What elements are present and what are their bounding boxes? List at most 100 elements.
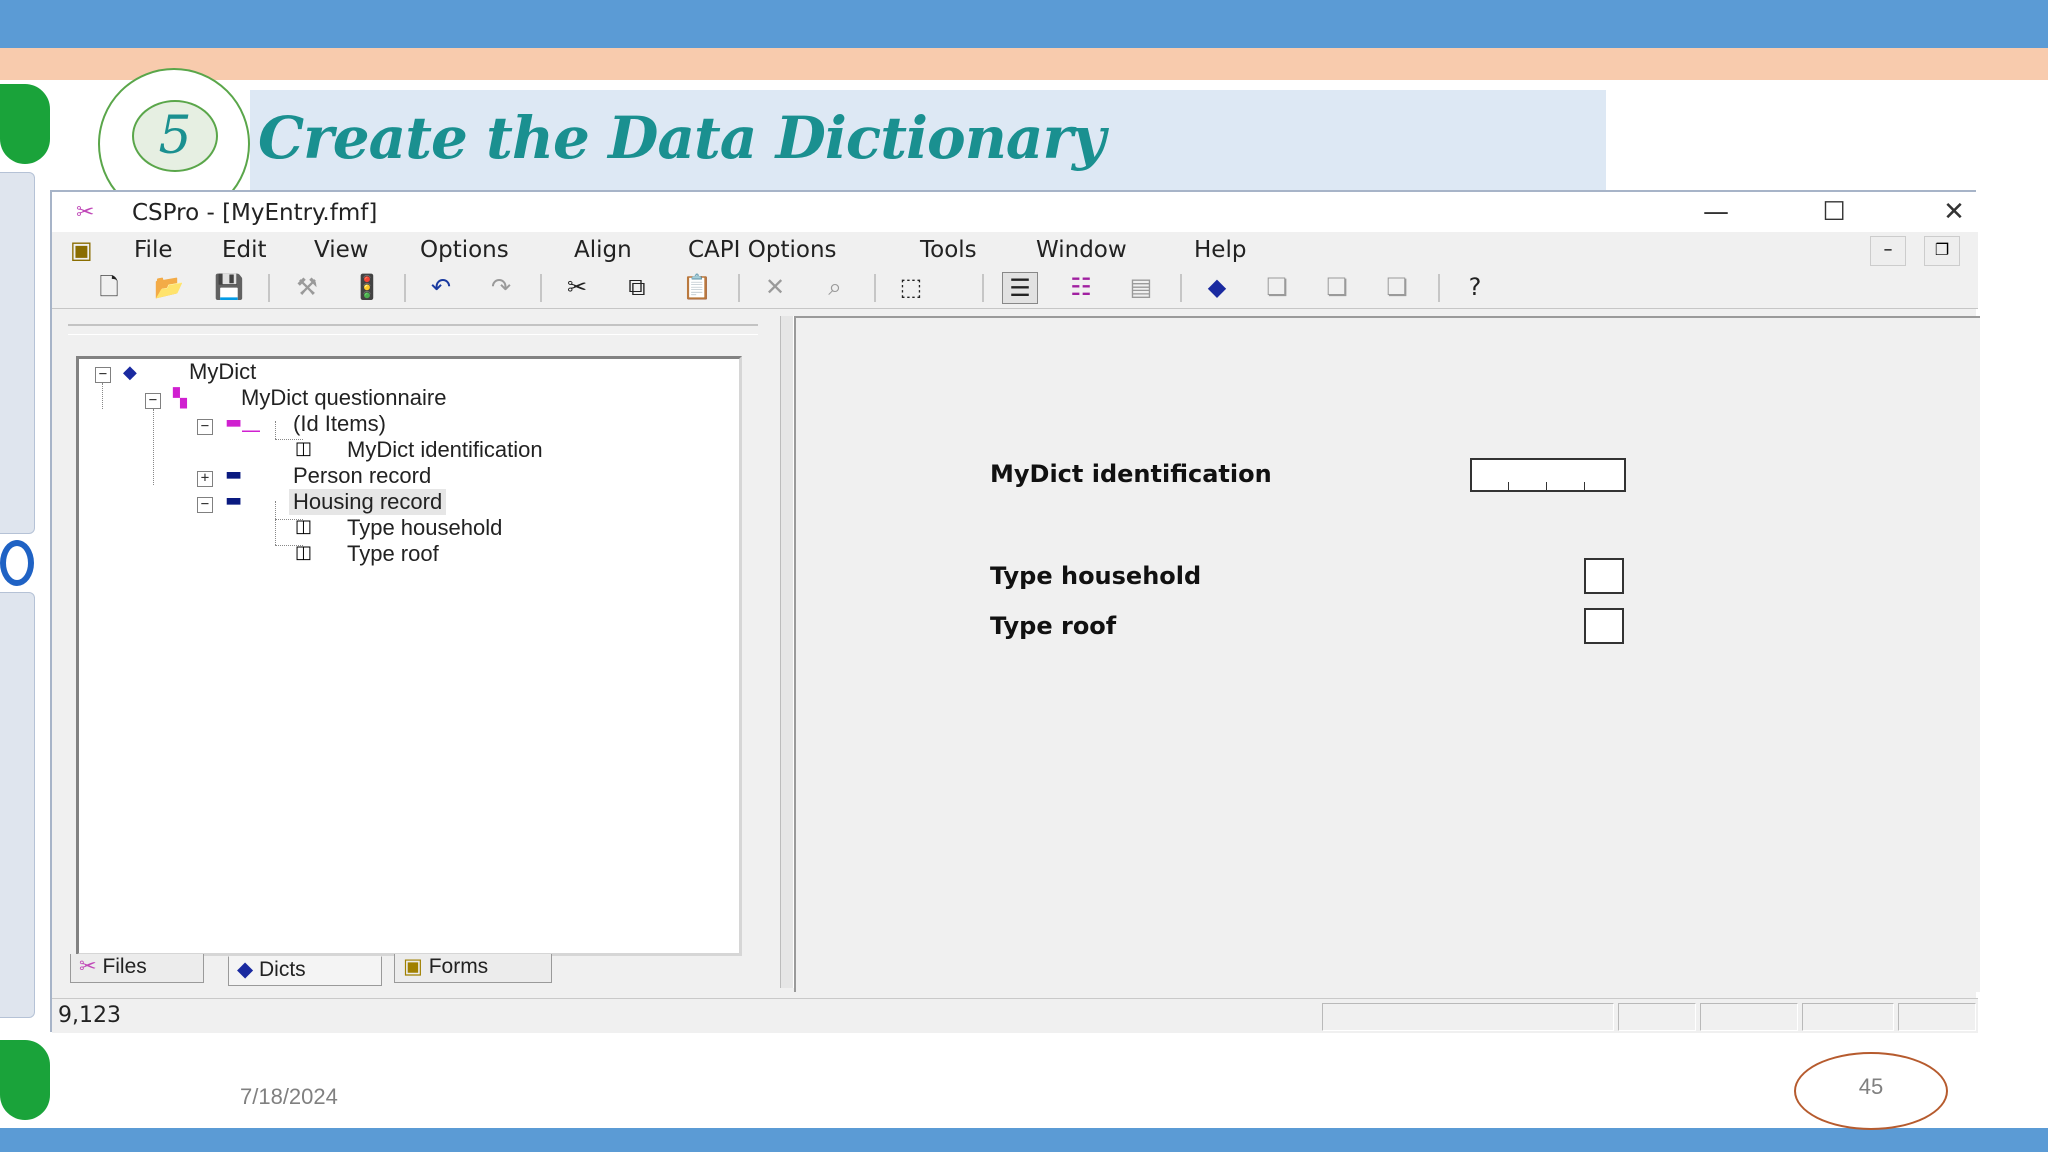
window-title: CSPro - [MyEntry.fmf]: [132, 200, 378, 226]
bottom-accent-bar: [0, 1128, 2048, 1152]
toolbar: 🗋 📂 💾 ⚒ 🚦 ↶ ↷ ✂ ⧉ 📋 ✕ ⌕ ⬚ ☰ ☷ ▤ ◆ ❏ ❏ ❏ …: [52, 268, 1978, 309]
questionnaire-icon: ▚: [173, 388, 187, 409]
menu-align[interactable]: Align: [574, 236, 632, 264]
expand-toggle[interactable]: +: [197, 471, 213, 487]
tab-forms-label: Forms: [428, 955, 489, 978]
run-icon[interactable]: 🚦: [350, 272, 384, 302]
menu-window[interactable]: Window: [1036, 236, 1127, 264]
tick-mark: [1584, 482, 1585, 490]
tab-dicts-label: Dicts: [258, 958, 306, 981]
tree-node-root[interactable]: MyDict: [189, 359, 256, 385]
status-position: 9,123: [58, 1003, 121, 1028]
toolbar-separator: [738, 274, 740, 302]
peach-accent-bar: [0, 48, 2048, 80]
pane-header: [68, 324, 758, 335]
dictionary-icon[interactable]: ◆: [1200, 272, 1234, 302]
collapse-toggle[interactable]: −: [95, 367, 111, 383]
save-icon[interactable]: 💾: [212, 272, 246, 302]
form-label-id: MyDict identification: [990, 460, 1272, 488]
open-icon[interactable]: 📂: [152, 272, 186, 302]
top-accent-bar: [0, 0, 2048, 48]
form-label-type-roof: Type roof: [990, 612, 1117, 640]
tree-node-type-household[interactable]: Type household: [347, 515, 502, 541]
form-field-type-roof[interactable]: [1584, 608, 1624, 644]
toolbar-separator: [404, 274, 406, 302]
item-icon: ◫: [295, 516, 313, 537]
tab-forms[interactable]: ▣ Forms: [394, 954, 552, 983]
tab-files-label: Files: [102, 955, 147, 978]
paste-icon[interactable]: 📋: [680, 272, 714, 302]
menu-edit[interactable]: Edit: [222, 236, 267, 264]
toolbar-separator: [1438, 274, 1440, 302]
menu-options[interactable]: Options: [420, 236, 509, 264]
delete-icon[interactable]: ✕: [758, 272, 792, 302]
tree-node-questionnaire[interactable]: MyDict questionnaire: [241, 385, 446, 411]
form1-icon[interactable]: ❏: [1260, 272, 1294, 302]
form-label-type-household: Type household: [990, 562, 1202, 590]
toolbar-separator: [874, 274, 876, 302]
undo-icon[interactable]: ↶: [424, 272, 458, 302]
menu-tools[interactable]: Tools: [920, 236, 977, 264]
select-icon[interactable]: ⬚: [894, 272, 928, 302]
form3-icon[interactable]: ❏: [1380, 272, 1414, 302]
item-icon: ◫: [295, 438, 313, 459]
toolbar-separator: [982, 274, 984, 302]
mdi-minimize-button[interactable]: –: [1870, 236, 1906, 266]
dicts-icon: ◆: [237, 958, 259, 981]
menu-help[interactable]: Help: [1194, 236, 1246, 264]
status-panel: [1898, 1003, 1976, 1031]
toolbar-separator: [1180, 274, 1182, 302]
tree-line: [102, 383, 103, 409]
form2-icon[interactable]: ❏: [1320, 272, 1354, 302]
tree-node-housing[interactable]: Housing record: [289, 489, 447, 515]
toolbar-separator: [268, 274, 270, 302]
view-logic-icon[interactable]: ☷: [1064, 272, 1098, 302]
tree-node-person[interactable]: Person record: [293, 463, 431, 489]
menu-capi-options[interactable]: CAPI Options: [688, 236, 837, 264]
collapse-toggle[interactable]: −: [197, 497, 213, 513]
item-icon: ◫: [295, 542, 313, 563]
dictionary-icon: ◆: [123, 362, 137, 383]
close-button[interactable]: ✕: [1924, 192, 1984, 232]
tree-node-type-roof[interactable]: Type roof: [347, 541, 439, 567]
status-panel: [1322, 1003, 1614, 1031]
form-canvas: MyDict identification Type household Typ…: [794, 316, 1980, 992]
cut-icon[interactable]: ✂: [560, 272, 594, 302]
redo-icon[interactable]: ↷: [484, 272, 518, 302]
tab-dicts[interactable]: ◆ Dicts: [228, 956, 382, 986]
minimize-button[interactable]: —: [1686, 192, 1746, 232]
form-field-type-household[interactable]: [1584, 558, 1624, 594]
cspro-window: ✂ CSPro - [MyEntry.fmf] — ☐ ✕ ▣ File Edi…: [50, 190, 1980, 1033]
collapse-toggle[interactable]: −: [145, 393, 161, 409]
view-form-icon[interactable]: ☰: [1002, 272, 1038, 304]
status-bar: 9,123: [52, 998, 1978, 1033]
menu-view[interactable]: View: [314, 236, 369, 264]
record-icon: ▬: [225, 490, 243, 511]
find-icon[interactable]: ⌕: [818, 272, 852, 302]
document-menu-icon[interactable]: ▣: [70, 236, 110, 264]
mdi-restore-button[interactable]: ❐: [1924, 236, 1960, 266]
tree-tabs: ✂ Files ◆ Dicts ▣ Forms: [70, 954, 730, 988]
pane-splitter[interactable]: [780, 316, 794, 988]
collapse-toggle[interactable]: −: [197, 419, 213, 435]
dictionary-tree[interactable]: − ◆ MyDict − ▚ MyDict questionnaire − ▬⎽…: [76, 356, 742, 956]
menu-bar: ▣ File Edit View Options Align CAPI Opti…: [52, 232, 1978, 268]
new-icon[interactable]: 🗋: [92, 272, 126, 302]
forms-icon: ▣: [403, 955, 429, 978]
copy-icon[interactable]: ⧉: [620, 272, 654, 302]
title-bar: ✂ CSPro - [MyEntry.fmf] — ☐ ✕: [52, 192, 1978, 232]
generate-icon[interactable]: ⚒: [290, 272, 324, 302]
tree-line: [153, 409, 154, 485]
slide-date: 7/18/2024: [240, 1084, 338, 1109]
toolbar-separator: [540, 274, 542, 302]
tree-node-id-child[interactable]: MyDict identification: [347, 437, 543, 463]
tree-line: [275, 421, 276, 439]
maximize-button[interactable]: ☐: [1804, 192, 1864, 232]
help-icon[interactable]: ?: [1458, 272, 1492, 302]
tab-files[interactable]: ✂ Files: [70, 954, 204, 983]
form-field-id[interactable]: [1470, 458, 1626, 492]
menu-file[interactable]: File: [134, 236, 173, 264]
view-grid-icon[interactable]: ▤: [1124, 272, 1158, 302]
leaf-decoration-bottom: [0, 1040, 50, 1120]
tree-node-id-items[interactable]: (Id Items): [293, 411, 386, 437]
